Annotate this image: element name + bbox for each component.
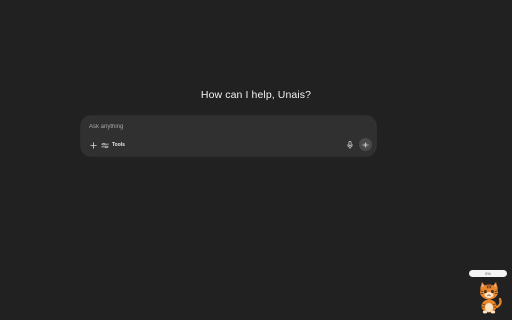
dictate-button[interactable] <box>344 139 356 151</box>
add-attachment-button[interactable] <box>87 139 99 151</box>
plus-icon <box>89 141 97 149</box>
tools-label: Tools <box>112 142 125 148</box>
sliders-icon <box>101 142 109 148</box>
prompt-input[interactable] <box>89 121 359 133</box>
progress-badge: 0% <box>469 270 507 277</box>
chat-home: How can I help, Unais? Tools <box>0 0 512 320</box>
voice-mode-button[interactable] <box>359 138 372 151</box>
tiger-cat-icon[interactable] <box>475 280 503 314</box>
tools-button[interactable]: Tools <box>101 139 125 151</box>
pet-widget[interactable]: 0% <box>469 270 507 316</box>
microphone-icon <box>347 141 353 149</box>
prompt-composer[interactable]: Tools <box>81 116 376 156</box>
greeting-title: How can I help, Unais? <box>200 89 312 101</box>
voice-waveform-icon <box>362 142 369 147</box>
